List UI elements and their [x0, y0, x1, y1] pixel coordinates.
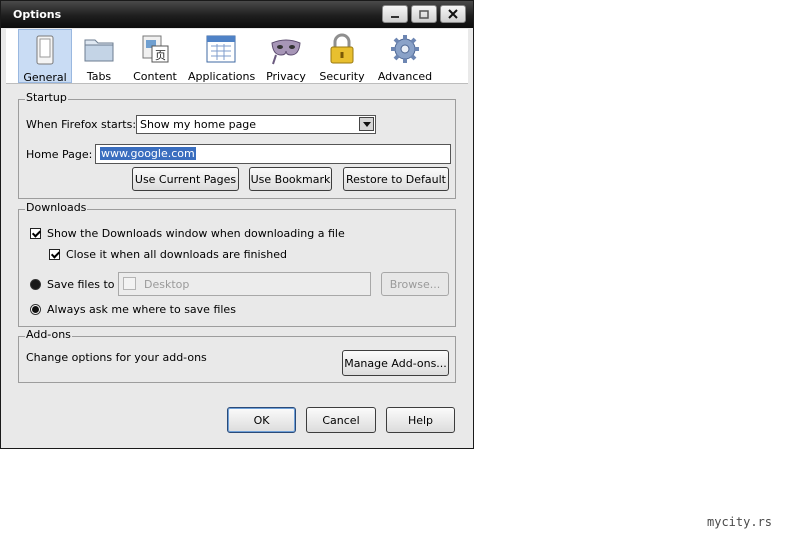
select-value: Show my home page: [140, 118, 257, 131]
chevron-down-icon[interactable]: [359, 117, 374, 131]
tab-label: Privacy: [266, 70, 306, 83]
home-page-value: www.google.com: [100, 147, 196, 160]
tab-privacy[interactable]: Privacy: [261, 29, 311, 83]
download-folder-value: Desktop: [144, 278, 190, 291]
downloads-group: Downloads Show the Downloads window when…: [18, 201, 456, 327]
addons-group: Add-ons Change options for your add-ons …: [18, 328, 456, 383]
use-current-pages-button[interactable]: Use Current Pages: [132, 167, 239, 191]
restore-to-default-button[interactable]: Restore to Default: [343, 167, 449, 191]
addons-description: Change options for your add-ons: [26, 351, 207, 364]
tab-applications[interactable]: Applications: [188, 29, 256, 83]
use-bookmark-button[interactable]: Use Bookmark: [249, 167, 332, 191]
maximize-button[interactable]: [411, 5, 437, 23]
show-downloads-window-checkbox[interactable]: [30, 228, 41, 239]
cancel-button[interactable]: Cancel: [306, 407, 376, 433]
save-files-to-radio[interactable]: [30, 279, 41, 290]
watermark-text: mycity.rs: [707, 515, 773, 529]
show-downloads-window-label: Show the Downloads window when downloadi…: [47, 227, 345, 240]
tab-label: Content: [133, 70, 177, 83]
help-button[interactable]: Help: [386, 407, 455, 433]
tab-label: General: [23, 71, 67, 84]
when-firefox-starts-select[interactable]: Show my home page: [136, 115, 376, 134]
manage-addons-button[interactable]: Manage Add-ons...: [342, 350, 449, 376]
tab-label: Advanced: [377, 70, 433, 83]
options-dialog: Options General Tabs 页 Content Applicati…: [0, 0, 474, 449]
downloads-legend: Downloads: [25, 201, 88, 214]
startup-legend: Startup: [25, 91, 68, 104]
security-lock-icon: [330, 33, 354, 64]
addons-legend: Add-ons: [25, 328, 72, 341]
when-firefox-starts-label: When Firefox starts:: [26, 118, 137, 131]
tab-security[interactable]: Security: [317, 29, 367, 83]
ok-button[interactable]: OK: [227, 407, 296, 433]
always-ask-radio[interactable]: [30, 304, 41, 315]
always-ask-label: Always ask me where to save files: [47, 303, 236, 316]
close-when-finished-label: Close it when all downloads are finished: [66, 248, 287, 261]
maximize-icon: [419, 9, 429, 19]
startup-group: Startup When Firefox starts: Show my hom…: [18, 91, 456, 199]
privacy-mask-icon: [271, 39, 301, 65]
tab-general[interactable]: General: [18, 29, 72, 84]
save-files-to-label: Save files to: [47, 278, 115, 291]
title-bar[interactable]: Options: [1, 1, 473, 28]
svg-text:页: 页: [155, 49, 166, 62]
minimize-button[interactable]: [382, 5, 408, 23]
preferences-toolbar: General Tabs 页 Content Applications Priv…: [6, 29, 468, 84]
general-switch-icon: [36, 35, 54, 65]
window-title: Options: [13, 8, 62, 21]
tab-label: Security: [319, 70, 365, 83]
tab-label: Applications: [188, 70, 256, 83]
tab-tabs[interactable]: Tabs: [76, 29, 122, 83]
content-page-icon: 页: [142, 35, 169, 63]
close-icon: [448, 9, 458, 19]
browse-button[interactable]: Browse...: [381, 272, 449, 296]
tabs-folder-icon: [84, 39, 114, 62]
folder-icon: [123, 277, 136, 290]
minimize-icon: [391, 16, 399, 18]
home-page-label: Home Page:: [26, 148, 93, 161]
close-when-finished-checkbox[interactable]: [49, 249, 60, 260]
tab-label: Tabs: [86, 70, 112, 83]
applications-window-icon: [206, 35, 236, 63]
download-folder-field[interactable]: Desktop: [118, 272, 371, 296]
advanced-gear-icon: [391, 35, 419, 63]
close-button[interactable]: [440, 5, 466, 23]
tab-content[interactable]: 页 Content: [128, 29, 182, 83]
tab-advanced[interactable]: Advanced: [374, 29, 436, 83]
home-page-input[interactable]: www.google.com: [95, 144, 451, 164]
